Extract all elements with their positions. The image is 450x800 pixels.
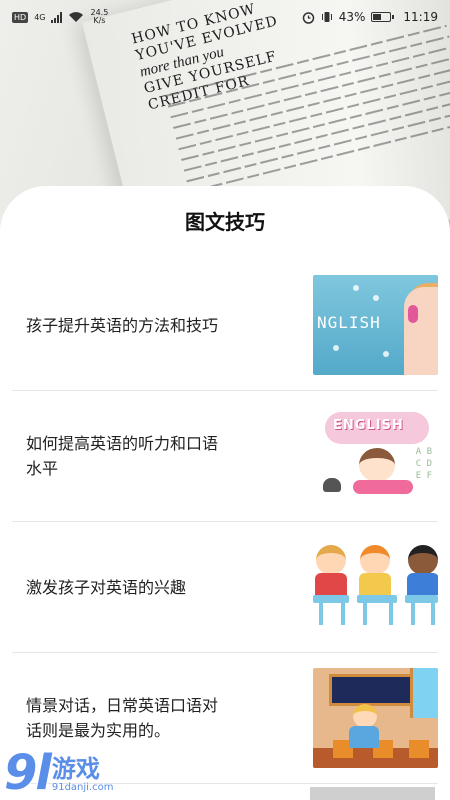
list-item-title: 孩子提升英语的方法和技巧 bbox=[26, 315, 219, 335]
signal-icon bbox=[51, 11, 63, 23]
thumbnail-image: ENGLISH A BC DE F bbox=[313, 406, 438, 506]
wifi-icon bbox=[69, 12, 84, 22]
page-title: 图文技巧 bbox=[185, 210, 265, 234]
list-item[interactable]: 激发孩子对英语的兴趣 bbox=[12, 522, 438, 653]
next-thumbnail-peek bbox=[310, 787, 435, 800]
list-item-title: 如何提高英语的听力和口语水平 bbox=[26, 434, 219, 478]
watermark-name: 游戏 bbox=[51, 755, 100, 783]
watermark: 9l 游戏 91danji.com bbox=[4, 742, 114, 798]
network-speed: 24.5 K/s bbox=[90, 8, 109, 25]
status-bar: HD 4G 24.5 K/s 43% 11:19 bbox=[0, 0, 450, 34]
thumbnail-image bbox=[313, 668, 438, 768]
list-item[interactable]: 如何提高英语的听力和口语水平 ENGLISH A BC DE F bbox=[12, 391, 438, 522]
list-item[interactable]: 孩子提升英语的方法和技巧 NGLISH bbox=[12, 260, 438, 391]
thumbnail-image bbox=[313, 537, 438, 637]
vibrate-icon bbox=[321, 12, 332, 22]
tips-list: 孩子提升英语的方法和技巧 NGLISH 如何提高英语的听力和口语水平 ENGLI… bbox=[12, 260, 438, 784]
list-item-title: 情景对话，日常英语口语对话则是最为实用的。 bbox=[26, 696, 219, 740]
network-type: 4G bbox=[34, 12, 46, 22]
clock: 11:19 bbox=[403, 10, 438, 24]
thumb-word: ENGLISH bbox=[333, 418, 404, 433]
watermark-logo: 9l bbox=[4, 745, 52, 800]
tips-sheet: 图文技巧 孩子提升英语的方法和技巧 NGLISH 如何提高英语的听力和口语水平 … bbox=[0, 186, 450, 800]
battery-icon bbox=[371, 12, 395, 22]
thumb-word: NGLISH bbox=[317, 313, 381, 332]
sim-icon: HD bbox=[12, 11, 29, 23]
thumbnail-image: NGLISH bbox=[313, 275, 438, 375]
watermark-url: 91danji.com bbox=[51, 782, 114, 793]
battery-percent: 43% bbox=[338, 10, 366, 24]
alarm-icon bbox=[302, 11, 314, 24]
list-item-title: 激发孩子对英语的兴趣 bbox=[26, 577, 187, 597]
